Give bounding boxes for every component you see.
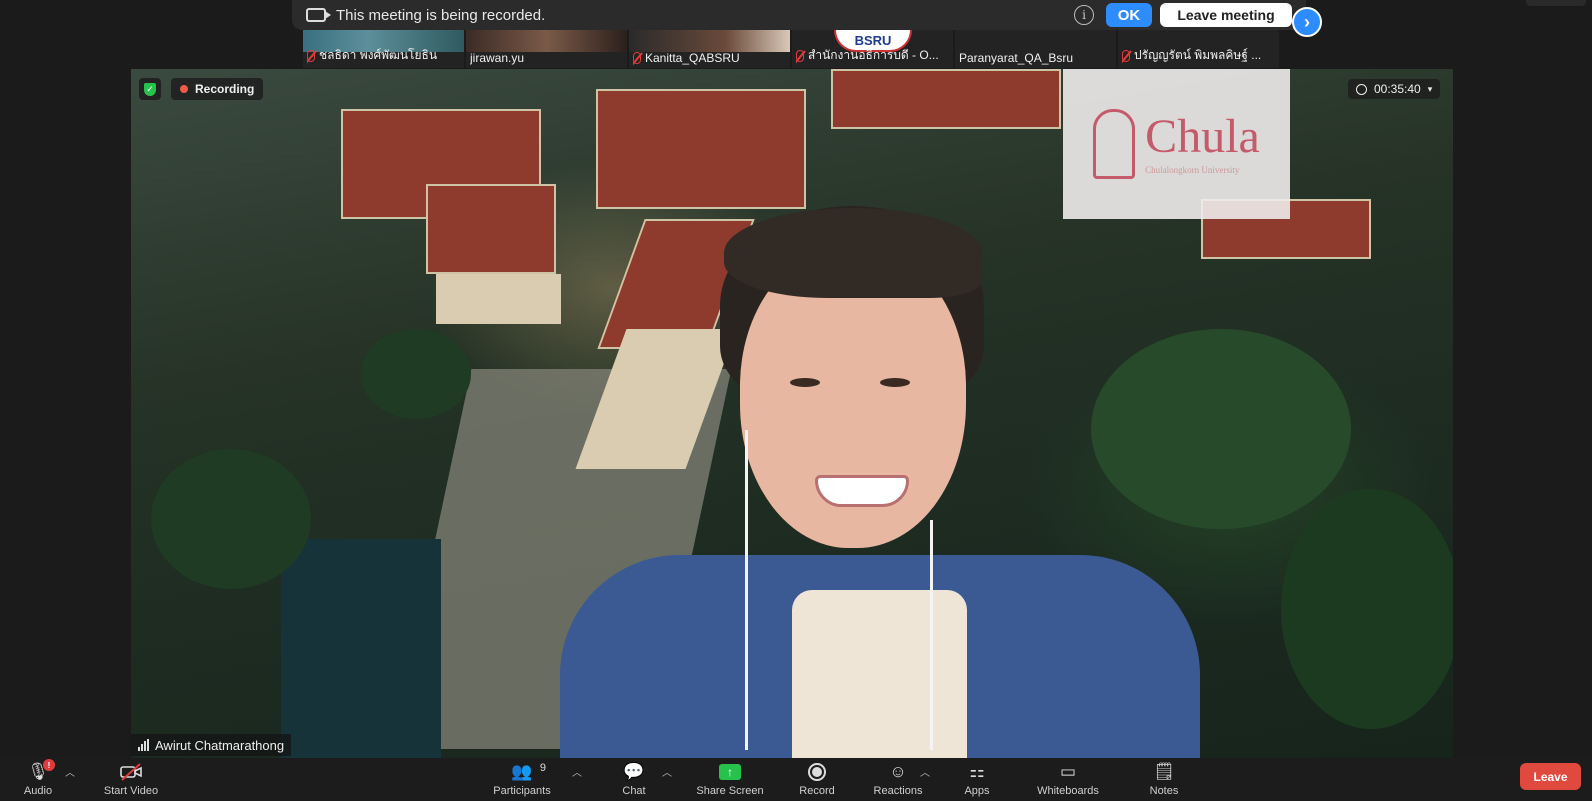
leave-meeting-button[interactable]: Leave meeting — [1160, 3, 1292, 27]
video-off-icon — [120, 762, 142, 782]
reactions-smiley-icon: ☺ — [889, 762, 907, 781]
participants-options-caret-icon[interactable]: ︿ — [572, 764, 582, 779]
mic-muted-icon — [796, 49, 804, 62]
meeting-timer[interactable]: 00:35:40 ▾ — [1348, 79, 1441, 99]
background-tree — [1281, 489, 1453, 729]
participant-thumbnail[interactable]: Kanitta_QABSRU — [629, 30, 790, 68]
signal-strength-icon — [138, 739, 149, 751]
mic-muted-icon — [633, 52, 641, 64]
chula-logo: Chula Chulalongkorn University — [1063, 69, 1290, 219]
background-building — [596, 89, 806, 209]
participant-name: สำนักงานอธิการบดี - O... — [808, 48, 939, 62]
window-corner-control — [1526, 0, 1586, 6]
share-screen-button[interactable]: ↑ Share Screen — [690, 758, 770, 801]
reactions-button[interactable]: ☺ Reactions — [868, 758, 928, 801]
clock-icon — [1356, 83, 1367, 95]
speaker-fringe — [724, 208, 982, 298]
ok-button[interactable]: OK — [1106, 3, 1152, 27]
recording-indicator[interactable]: Recording — [171, 78, 264, 100]
recording-camera-icon — [306, 8, 331, 22]
notes-button[interactable]: 🗒 Notes — [1144, 758, 1184, 801]
microphone-icon: 🎙! — [27, 759, 55, 782]
participant-video — [466, 30, 627, 52]
speaker-shirt — [792, 590, 967, 760]
background-tree — [1091, 329, 1351, 529]
apps-button[interactable]: ⚏ Apps — [957, 758, 997, 801]
participant-thumbnail[interactable]: ชลธิดา พงศ์พัฒนโยธิน — [303, 30, 464, 68]
participant-thumbnail[interactable]: jirawan.yu — [466, 30, 627, 68]
next-page-arrow-icon[interactable]: › — [1292, 7, 1322, 37]
participant-video — [629, 30, 790, 52]
recording-notice-text: This meeting is being recorded. — [336, 6, 546, 24]
participant-thumbnail[interactable]: BSRU สำนักงานอธิการบดี - O... — [792, 30, 953, 68]
participant-thumbnail-strip: ชลธิดา พงศ์พัฒนโยธิน jirawan.yu Kanitta_… — [303, 30, 1280, 68]
background-tree — [151, 449, 311, 589]
audio-warning-badge: ! — [43, 759, 55, 771]
earphone-cable — [930, 520, 933, 750]
chula-logo-text: Chula — [1145, 110, 1260, 163]
zoom-meeting-window: This meeting is being recorded. i OK Lea… — [0, 0, 1592, 801]
security-shield-icon[interactable]: ✓ — [139, 78, 161, 100]
start-video-button[interactable]: Start Video — [96, 758, 166, 801]
share-screen-icon: ↑ — [719, 762, 741, 782]
background-pond — [281, 539, 441, 758]
chat-button[interactable]: 💬 Chat — [614, 758, 654, 801]
info-icon[interactable]: i — [1074, 5, 1094, 25]
reactions-options-caret-icon[interactable]: ︿ — [920, 764, 930, 779]
chevron-down-icon: ▾ — [1427, 83, 1433, 94]
participant-thumbnail[interactable]: Paranyarat_QA_Bsru — [955, 30, 1116, 68]
recording-label: Recording — [195, 82, 255, 96]
audio-options-caret-icon[interactable]: ︿ — [65, 764, 75, 779]
participant-name: jirawan.yu — [470, 51, 525, 65]
background-building-facade — [436, 274, 561, 324]
recording-dot-icon — [180, 85, 188, 93]
timer-text: 00:35:40 — [1374, 82, 1421, 96]
record-icon — [806, 762, 828, 782]
participant-thumbnail[interactable]: ปรัญญรัตน์ พิมพลคิษฐ์ ... — [1118, 30, 1279, 68]
chat-icon: 💬 — [623, 762, 645, 781]
participant-name: ชลธิดา พงศ์พัฒนโยธิน — [319, 48, 438, 62]
apps-icon: ⚏ — [969, 762, 985, 781]
speaker-name: Awirut Chatmarathong — [155, 737, 285, 753]
participants-count: 9 — [539, 762, 546, 774]
speaker-eye — [790, 378, 820, 387]
mic-muted-icon — [307, 49, 315, 62]
participants-button[interactable]: 👥 9 Participants — [487, 758, 557, 801]
recording-notice-banner: This meeting is being recorded. i OK Lea… — [292, 0, 1306, 30]
participant-name: Paranyarat_QA_Bsru — [959, 51, 1074, 65]
record-button[interactable]: Record — [792, 758, 842, 801]
participants-icon: 👥 9 — [511, 762, 546, 781]
speaker-eye — [880, 378, 910, 387]
participant-name: ปรัญญรัตน์ พิมพลคิษฐ์ ... — [1134, 48, 1262, 62]
meeting-toolbar: 🎙! Audio ︿ Start Video 👥 9 Participants ︿… — [0, 758, 1592, 801]
whiteboard-icon: ▭ — [1059, 762, 1077, 781]
speaker-name-tag: Awirut Chatmarathong — [131, 734, 292, 756]
earphone-cable — [745, 430, 748, 750]
background-tree — [361, 329, 471, 419]
chula-logo-subtext: Chulalongkorn University — [1145, 165, 1240, 175]
chula-emblem-icon — [1093, 109, 1136, 179]
chat-options-caret-icon[interactable]: ︿ — [662, 764, 672, 779]
audio-button[interactable]: 🎙! Audio — [18, 758, 58, 801]
mic-muted-icon — [1122, 49, 1130, 62]
whiteboards-button[interactable]: ▭ Whiteboards — [1030, 758, 1106, 801]
background-building — [426, 184, 556, 274]
background-building — [831, 69, 1061, 129]
leave-button[interactable]: Leave — [1520, 763, 1581, 790]
participant-name: Kanitta_QABSRU — [645, 51, 740, 65]
speaker-smile — [815, 475, 909, 507]
notes-icon: 🗒 — [1153, 762, 1175, 781]
